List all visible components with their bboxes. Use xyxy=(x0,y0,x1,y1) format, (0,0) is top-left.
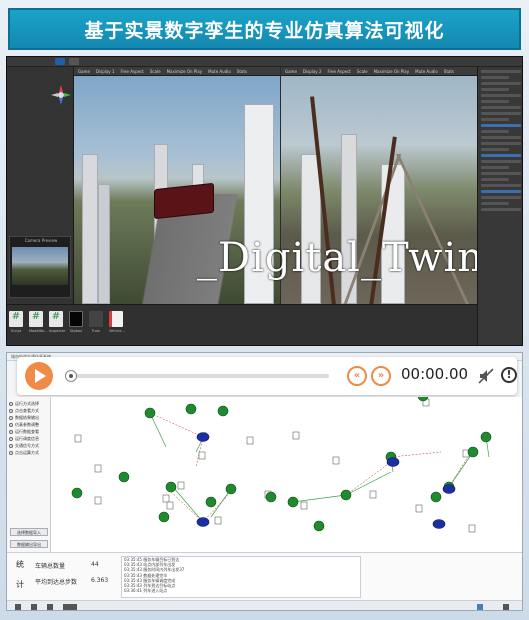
stat-label: 平均到达总步数 xyxy=(35,579,78,586)
asset-train[interactable]: Train xyxy=(89,311,103,333)
inspector-panel xyxy=(477,67,522,345)
page-frame: 基于实景数字孪生的专业仿真算法可视化 Camera Preview Game D… xyxy=(0,0,529,620)
tab-scale[interactable]: Scale xyxy=(357,69,368,74)
play-button[interactable] xyxy=(25,362,53,390)
asset-script[interactable]: # Script xyxy=(9,311,23,333)
stat-value: 6.363 xyxy=(91,577,109,584)
tab-game[interactable]: Game xyxy=(78,69,90,74)
scene-panel: Camera Preview xyxy=(7,67,74,304)
timecode: 00:00.00 xyxy=(401,365,469,383)
editor-toolbar xyxy=(7,57,522,67)
option-item[interactable]: 运行调度信息 xyxy=(9,435,50,442)
banner-title: 基于实景数字孪生的专业仿真算法可视化 xyxy=(84,19,445,42)
tab-maximize[interactable]: Maximize On Play xyxy=(374,69,410,74)
speed-icon[interactable] xyxy=(63,604,77,610)
network-canvas[interactable] xyxy=(51,397,522,552)
asset-script[interactable]: # ModelNe... xyxy=(29,311,48,333)
game-tabbar-2: Game Display 2 Free Aspect Scale Maximiz… xyxy=(281,67,477,76)
asset-script[interactable]: # Inspector xyxy=(49,311,65,333)
stop-icon[interactable] xyxy=(31,604,37,610)
tray-icon[interactable] xyxy=(477,604,483,610)
tab-aspect[interactable]: Free Aspect xyxy=(327,69,350,74)
network-graph xyxy=(71,397,492,533)
options-panel: 运行方式选择 点击查看方式 数据结果输出 仿真参数调整 运行数据查看 运行调度信… xyxy=(7,397,51,552)
statistics-panel: 统 计 车辆总数量 44 平均到达总步数 6.363 03:35:45 服务车辆… xyxy=(7,552,522,600)
mute-icon[interactable] xyxy=(477,367,495,385)
tab-stats[interactable]: Stats xyxy=(237,69,247,74)
camera-preview-label: Camera Preview xyxy=(24,238,58,243)
title-banner: 基于实景数字孪生的专业仿真算法可视化 xyxy=(8,8,521,50)
side-char: 统 xyxy=(16,560,24,569)
seek-bar[interactable] xyxy=(65,370,329,382)
stat-value: 44 xyxy=(91,561,99,568)
simulation-window: 城市轨道交通仿真系统 « » 00:00.00 ! 运行方式选择 点击查看方式 … xyxy=(6,352,523,611)
tab-maximize[interactable]: Maximize On Play xyxy=(167,69,203,74)
rail xyxy=(396,154,469,304)
asset-skybox[interactable]: Skybox xyxy=(69,311,83,333)
option-item[interactable]: 运行方式选择 xyxy=(9,400,50,407)
fast-forward-icon: » xyxy=(377,370,385,381)
import-data-button[interactable]: 选择数据导入 xyxy=(10,528,48,536)
project-panel: # Script # ModelNe... # Inspector Skybox… xyxy=(7,304,477,345)
event-log[interactable]: 03:35:45 服务车辆目标已到达 03:35:43 站点内部列车出发 03:… xyxy=(121,556,361,598)
record-icon[interactable] xyxy=(47,604,53,610)
stat-label: 车辆总数量 xyxy=(35,563,66,570)
option-item[interactable]: 点击查看方式 xyxy=(9,407,50,414)
graph-paths xyxy=(149,412,472,523)
tab-display[interactable]: Display 2 xyxy=(303,69,322,74)
play-icon[interactable] xyxy=(15,604,21,610)
option-item[interactable]: 交通信号方式 xyxy=(9,442,50,449)
play-icon xyxy=(35,369,46,383)
option-item[interactable]: 运行数据查看 xyxy=(9,428,50,435)
game-tabbar-1: Game Display 1 Free Aspect Scale Maximiz… xyxy=(74,67,280,76)
green-nodes xyxy=(71,397,492,532)
graph-edges xyxy=(149,412,490,523)
asset-vehicle[interactable]: Vehicle... xyxy=(109,311,125,333)
rewind-button[interactable]: « xyxy=(347,366,367,386)
option-item[interactable]: 数据结果输出 xyxy=(9,414,50,421)
tab-stats[interactable]: Stats xyxy=(444,69,454,74)
tab-game[interactable]: Game xyxy=(285,69,297,74)
play-icon[interactable] xyxy=(55,58,65,65)
tab-mute[interactable]: Mute Audio xyxy=(415,69,438,74)
scene-gizmo-icon[interactable] xyxy=(51,85,71,105)
tab-scale[interactable]: Scale xyxy=(150,69,161,74)
station-icons xyxy=(74,398,476,533)
building xyxy=(381,164,405,304)
blue-nodes xyxy=(196,432,456,529)
train-vehicle xyxy=(154,182,214,220)
info-icon[interactable]: ! xyxy=(501,367,517,383)
pause-icon[interactable] xyxy=(69,58,79,65)
log-line: 03:36:41 列车进入站点 xyxy=(124,588,168,594)
taskbar xyxy=(7,600,522,610)
tab-display[interactable]: Display 1 xyxy=(96,69,115,74)
side-char: 计 xyxy=(16,580,24,589)
unity-editor-screenshot: Camera Preview Game Display 1 Free Aspec… xyxy=(6,56,523,346)
tab-aspect[interactable]: Free Aspect xyxy=(120,69,143,74)
camera-preview-image xyxy=(12,247,68,285)
fast-forward-button[interactable]: » xyxy=(371,366,391,386)
digital-twin-overlay: _Digital_Twin xyxy=(197,235,485,281)
seek-knob[interactable] xyxy=(65,370,77,382)
video-player-bar: « » 00:00.00 ! xyxy=(17,357,517,395)
option-item[interactable]: 点击运算方式 xyxy=(9,449,50,456)
camera-preview: Camera Preview xyxy=(9,236,71,298)
tab-mute[interactable]: Mute Audio xyxy=(208,69,231,74)
export-data-button[interactable]: 数据输出导出 xyxy=(10,540,48,548)
rewind-icon: « xyxy=(353,370,361,381)
building xyxy=(82,154,98,304)
option-item[interactable]: 仿真参数调整 xyxy=(9,421,50,428)
tray-icon[interactable] xyxy=(503,604,509,610)
